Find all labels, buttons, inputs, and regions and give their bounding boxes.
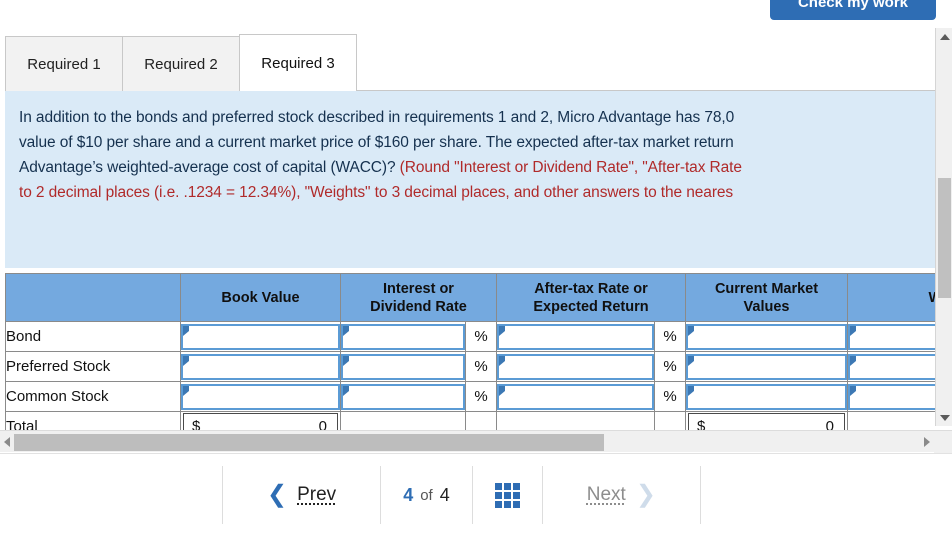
- table-header-interest-rate-line1: Interest or: [345, 280, 492, 298]
- table-row: Common Stock % %: [6, 382, 952, 412]
- scrollbar-corner: [934, 431, 952, 453]
- input-bond-aftertax[interactable]: [497, 324, 654, 350]
- cell-common-rate[interactable]: [341, 382, 466, 412]
- next-label: Next: [587, 484, 626, 506]
- table-header-aftertax-return-line2: Expected Return: [501, 298, 681, 316]
- vertical-scrollbar-thumb[interactable]: [938, 178, 951, 298]
- question-panel: Required 1 Required 2 Required 3 In addi…: [0, 28, 952, 453]
- horizontal-scrollbar-thumb[interactable]: [14, 434, 604, 451]
- question-text-block: In addition to the bonds and preferred s…: [5, 91, 935, 268]
- pagination-inner: ❮ Prev 4 of 4 Next ❯: [222, 466, 701, 524]
- percent-label-common-rate: %: [466, 382, 497, 412]
- scroll-up-arrow-icon[interactable]: [936, 28, 952, 45]
- input-common-market-value[interactable]: [686, 384, 847, 410]
- pagination-bar: ❮ Prev 4 of 4 Next ❯: [0, 453, 952, 535]
- cell-bond-market-value[interactable]: [686, 322, 848, 352]
- scroll-down-arrow-icon[interactable]: [936, 409, 952, 426]
- table-header-market-values-line1: Current Market: [690, 280, 843, 298]
- input-bond-book-value[interactable]: [181, 324, 340, 350]
- scroll-left-arrow-icon[interactable]: [0, 431, 14, 453]
- input-preferred-book-value[interactable]: [181, 354, 340, 380]
- table-header-book-value: Book Value: [181, 274, 341, 322]
- total-page-number: 4: [440, 485, 450, 506]
- chevron-left-icon: ❮: [267, 483, 287, 507]
- answer-table: Book Value Interest or Dividend Rate Aft…: [5, 273, 952, 442]
- next-segment: Next ❯: [543, 466, 701, 524]
- table-header-interest-rate-line2: Dividend Rate: [345, 298, 492, 316]
- horizontal-scrollbar[interactable]: [0, 430, 952, 452]
- table-header-market-values: Current Market Values: [686, 274, 848, 322]
- current-page-number: 4: [403, 485, 413, 506]
- input-common-book-value[interactable]: [181, 384, 340, 410]
- table-header-interest-rate: Interest or Dividend Rate: [341, 274, 497, 322]
- scroll-right-arrow-icon[interactable]: [920, 431, 934, 453]
- cell-preferred-book-value[interactable]: [181, 352, 341, 382]
- percent-label-common-aftertax: %: [655, 382, 686, 412]
- table-header-aftertax-return-line1: After-tax Rate or: [501, 280, 681, 298]
- question-line-1: In addition to the bonds and preferred s…: [19, 105, 935, 130]
- tab-strip: Required 1 Required 2 Required 3: [5, 34, 356, 91]
- input-preferred-aftertax[interactable]: [497, 354, 654, 380]
- question-line-3-main: Advantage’s weighted-average cost of cap…: [19, 159, 395, 176]
- app-root: Check my work Required 1 Required 2 Requ…: [0, 0, 952, 535]
- cell-bond-book-value[interactable]: [181, 322, 341, 352]
- question-line-4: to 2 decimal places (i.e. .1234 = 12.34%…: [19, 180, 935, 205]
- cell-common-book-value[interactable]: [181, 382, 341, 412]
- percent-label-preferred-rate: %: [466, 352, 497, 382]
- table-header-market-values-line2: Values: [690, 298, 843, 316]
- row-label-bond: Bond: [6, 322, 181, 352]
- cell-common-market-value[interactable]: [686, 382, 848, 412]
- page-indicator-segment: 4 of 4: [381, 466, 473, 524]
- page-of-label: of: [420, 487, 433, 504]
- question-line-2: value of $10 per share and a current mar…: [19, 130, 935, 155]
- table-row: Preferred Stock % %: [6, 352, 952, 382]
- row-label-common-stock: Common Stock: [6, 382, 181, 412]
- question-line-3-rounding-note: (Round "Interest or Dividend Rate", "Aft…: [395, 159, 741, 176]
- vertical-scrollbar[interactable]: [935, 28, 952, 426]
- table-header-aftertax-return: After-tax Rate or Expected Return: [497, 274, 686, 322]
- cell-common-aftertax[interactable]: [497, 382, 655, 412]
- table-header-corner: [6, 274, 181, 322]
- table-header-row: Book Value Interest or Dividend Rate Aft…: [6, 274, 952, 322]
- prev-label: Prev: [297, 484, 336, 506]
- input-bond-market-value[interactable]: [686, 324, 847, 350]
- grid-view-icon[interactable]: [495, 483, 520, 508]
- input-preferred-rate[interactable]: [341, 354, 465, 380]
- percent-label-bond-aftertax: %: [655, 322, 686, 352]
- cell-preferred-aftertax[interactable]: [497, 352, 655, 382]
- cell-bond-aftertax[interactable]: [497, 322, 655, 352]
- cell-bond-rate[interactable]: [341, 322, 466, 352]
- check-my-work-button[interactable]: Check my work: [770, 0, 936, 20]
- prev-segment: ❮ Prev: [222, 466, 381, 524]
- page-indicator: 4 of 4: [403, 485, 450, 506]
- input-preferred-market-value[interactable]: [686, 354, 847, 380]
- tab-required-1[interactable]: Required 1: [5, 36, 123, 91]
- grid-view-segment: [473, 466, 543, 524]
- answer-table-wrapper: Book Value Interest or Dividend Rate Aft…: [5, 273, 952, 442]
- next-button[interactable]: Next ❯: [587, 483, 656, 507]
- input-common-aftertax[interactable]: [497, 384, 654, 410]
- tab-required-2[interactable]: Required 2: [122, 36, 240, 91]
- tab-required-3[interactable]: Required 3: [239, 34, 357, 91]
- chevron-right-icon: ❯: [636, 483, 656, 507]
- cell-preferred-rate[interactable]: [341, 352, 466, 382]
- cell-preferred-market-value[interactable]: [686, 352, 848, 382]
- percent-label-preferred-aftertax: %: [655, 352, 686, 382]
- table-row: Bond % %: [6, 322, 952, 352]
- input-bond-rate[interactable]: [341, 324, 465, 350]
- row-label-preferred-stock: Preferred Stock: [6, 352, 181, 382]
- input-common-rate[interactable]: [341, 384, 465, 410]
- prev-button[interactable]: ❮ Prev: [267, 483, 336, 507]
- percent-label-bond-rate: %: [466, 322, 497, 352]
- question-line-3: Advantage’s weighted-average cost of cap…: [19, 155, 935, 180]
